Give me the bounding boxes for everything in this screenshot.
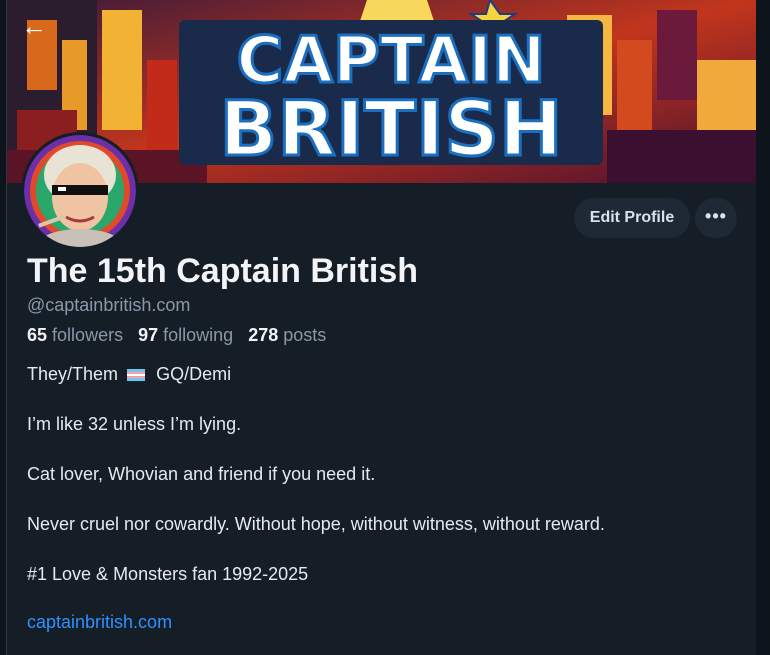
profile-stats: 65 followers 97 following 278 posts [27, 325, 326, 346]
back-button[interactable]: ← [21, 12, 55, 40]
posts-stat: 278 posts [248, 325, 326, 345]
posts-count: 278 [248, 325, 279, 345]
bio-line-age: I’m like 32 unless I’m lying. [27, 414, 242, 434]
avatar[interactable] [21, 132, 139, 250]
bio-line-motto: Never cruel nor cowardly. Without hope, … [27, 514, 605, 534]
bio-line-pronouns: They/Them GQ/Demi [27, 364, 231, 385]
website-link[interactable]: captainbritish.com [27, 612, 172, 633]
edit-profile-button[interactable]: Edit Profile [574, 198, 690, 238]
avatar-image [24, 135, 136, 247]
more-options-button[interactable]: ••• [695, 198, 737, 238]
following-label: following [163, 325, 234, 345]
following-stat[interactable]: 97 following [138, 325, 233, 345]
right-gutter [755, 0, 770, 655]
display-name: The 15th Captain British [27, 252, 419, 290]
followers-count: 65 [27, 325, 48, 345]
arrow-left-icon: ← [21, 11, 47, 41]
bio-line-interests: Cat lover, Whovian and friend if you nee… [27, 464, 376, 484]
followers-stat[interactable]: 65 followers [27, 325, 123, 345]
bio-pronouns: They/Them [27, 364, 119, 384]
transgender-flag-icon [127, 369, 146, 382]
more-dots-icon: ••• [705, 206, 727, 226]
followers-label: followers [52, 325, 124, 345]
bio-identity: GQ/Demi [156, 364, 232, 384]
posts-label: posts [283, 325, 327, 345]
bio-line-fandom: #1 Love & Monsters fan 1992-2025 [27, 564, 309, 584]
profile-handle: @captainbritish.com [27, 295, 191, 315]
banner-title-line2: BRITISH [219, 84, 562, 173]
following-count: 97 [138, 325, 159, 345]
profile-page: CAPTAIN BRITISH ← Edit Profile ••• The 1… [0, 0, 770, 655]
profile-panel: CAPTAIN BRITISH ← Edit Profile ••• The 1… [6, 0, 756, 655]
